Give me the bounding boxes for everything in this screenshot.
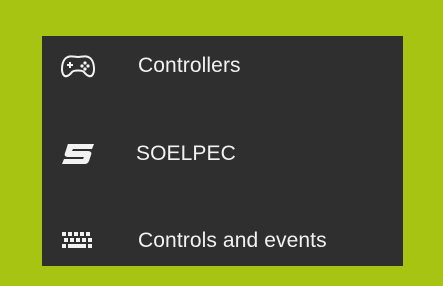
menu-item-controllers[interactable]: Controllers — [42, 36, 403, 96]
menu-item-label: Controls and events — [138, 229, 327, 252]
soelpec-logo-icon — [60, 140, 96, 168]
gamepad-icon — [60, 52, 96, 80]
menu-item-soelpec[interactable]: SOELPEC — [42, 124, 403, 184]
menu-item-label: Controllers — [138, 54, 241, 77]
keyboard-icon — [60, 227, 96, 255]
menu-item-label: SOELPEC — [136, 142, 236, 165]
menu-panel: Controllers SOELPEC Controls and events — [42, 36, 403, 266]
menu-item-controls-and-events[interactable]: Controls and events — [42, 211, 403, 271]
